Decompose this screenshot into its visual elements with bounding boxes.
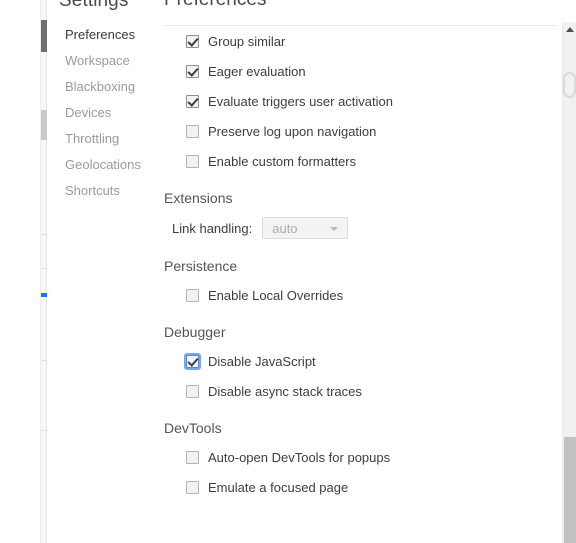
- vertical-scrollbar-thumb[interactable]: [564, 437, 576, 543]
- left-rail-scrollbar[interactable]: [40, 0, 48, 543]
- sidebar-item-blackboxing[interactable]: Blackboxing: [47, 74, 160, 100]
- preferences-body: Group similar Eager evaluation Evaluate …: [160, 26, 562, 502]
- checkbox-label: Disable JavaScript: [208, 353, 316, 369]
- checkbox-row-group-similar[interactable]: Group similar: [160, 26, 562, 56]
- checkbox-preserve-log-upon-navigation[interactable]: [186, 124, 199, 138]
- section-header-devtools: DevTools: [164, 420, 222, 436]
- checkbox-label: Enable custom formatters: [208, 153, 357, 169]
- sidebar-item-devices[interactable]: Devices: [47, 100, 160, 126]
- sidebar-item-label: Preferences: [65, 27, 136, 42]
- checkbox-enable-local-overrides[interactable]: [186, 288, 199, 302]
- sidebar-item-label: Shortcuts: [65, 183, 120, 198]
- sidebar-item-label: Blackboxing: [65, 79, 136, 94]
- sidebar-item-shortcuts[interactable]: Shortcuts: [47, 178, 160, 204]
- link-handling-row: Link handling: auto: [160, 212, 562, 244]
- checkbox-evaluate-triggers-user-activation[interactable]: [186, 94, 199, 108]
- checkbox-disable-async-stack-traces[interactable]: [186, 384, 199, 398]
- checkbox-label: Disable async stack traces: [208, 383, 362, 399]
- checkbox-row-evaluate-triggers-user-activation[interactable]: Evaluate triggers user activation: [160, 86, 562, 116]
- checkbox-label: Enable Local Overrides: [208, 287, 344, 303]
- preferences-pane: Preferences Group similar Eager evaluati…: [160, 0, 562, 543]
- sidebar-title: Settings: [59, 0, 129, 11]
- left-outer-gutter: [0, 0, 40, 543]
- checkbox-row-enable-custom-formatters[interactable]: Enable custom formatters: [160, 146, 562, 176]
- chevron-down-icon: [330, 227, 339, 231]
- devtools-settings-screen: Settings Preferences Workspace Blackboxi…: [0, 0, 576, 543]
- triangle-up-icon[interactable]: [566, 27, 574, 32]
- checkbox-row-auto-open-devtools-for-popups[interactable]: Auto-open DevTools for popups: [160, 442, 562, 472]
- link-handling-value: auto: [272, 220, 298, 236]
- checkbox-row-eager-evaluation[interactable]: Eager evaluation: [160, 56, 562, 86]
- checkbox-row-emulate-a-focused-page[interactable]: Emulate a focused page: [160, 472, 562, 502]
- sidebar-item-label: Throttling: [65, 131, 120, 146]
- checkbox-row-disable-async-stack-traces[interactable]: Disable async stack traces: [160, 376, 562, 406]
- checkbox-row-disable-javascript[interactable]: Disable JavaScript: [160, 346, 562, 376]
- sidebar-item-geolocations[interactable]: Geolocations: [47, 152, 160, 178]
- checkbox-enable-custom-formatters[interactable]: [186, 154, 199, 168]
- page-title: Preferences: [164, 0, 266, 11]
- link-handling-select[interactable]: auto: [262, 217, 349, 239]
- window-vertical-scrollbar[interactable]: [562, 22, 576, 543]
- checkbox-label: Evaluate triggers user activation: [208, 93, 393, 109]
- section-header-extensions: Extensions: [164, 190, 233, 206]
- checkbox-label: Preserve log upon navigation: [208, 123, 377, 139]
- checkbox-eager-evaluation[interactable]: [186, 64, 199, 78]
- checkbox-label: Auto-open DevTools for popups: [208, 449, 391, 465]
- sidebar-item-label: Devices: [65, 105, 112, 120]
- sidebar-item-preferences[interactable]: Preferences: [41, 22, 160, 48]
- checkbox-row-enable-local-overrides[interactable]: Enable Local Overrides: [160, 280, 562, 310]
- sidebar-list: Preferences Workspace Blackboxing Device…: [41, 22, 160, 204]
- checkbox-disable-javascript[interactable]: [184, 352, 201, 370]
- checkbox-emulate-a-focused-page[interactable]: [186, 480, 199, 494]
- checkbox-auto-open-devtools-for-popups[interactable]: [186, 450, 199, 464]
- sidebar-item-label: Geolocations: [65, 157, 141, 172]
- checkbox-label: Eager evaluation: [208, 63, 306, 79]
- mouse-cursor-ghost: [563, 72, 576, 98]
- sidebar-item-workspace[interactable]: Workspace: [47, 48, 160, 74]
- preferences-top-group: Group similar Eager evaluation Evaluate …: [160, 26, 562, 176]
- link-handling-label: Link handling:: [172, 220, 253, 236]
- checkbox-row-preserve-log-upon-navigation[interactable]: Preserve log upon navigation: [160, 116, 562, 146]
- sidebar-item-label: Workspace: [65, 53, 130, 68]
- checkbox-group-similar[interactable]: [186, 34, 199, 48]
- sidebar-item-throttling[interactable]: Throttling: [47, 126, 160, 152]
- section-header-persistence: Persistence: [164, 258, 238, 274]
- checkbox-label: Emulate a focused page: [208, 479, 349, 495]
- settings-sidebar: Settings Preferences Workspace Blackboxi…: [41, 0, 160, 543]
- checkbox-label: Group similar: [208, 33, 286, 49]
- section-header-debugger: Debugger: [164, 324, 226, 340]
